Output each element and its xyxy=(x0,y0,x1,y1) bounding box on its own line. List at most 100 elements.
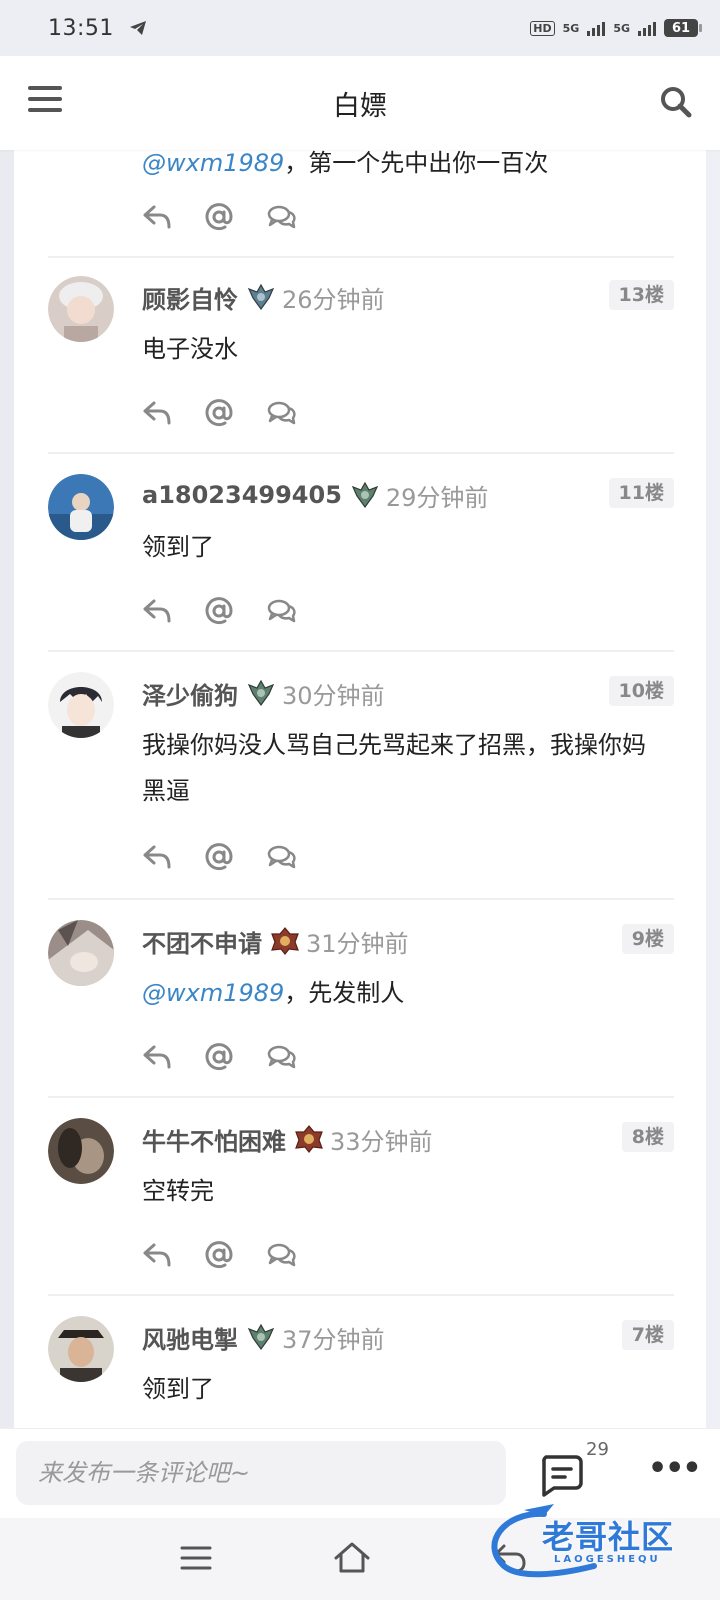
comment-item: 泽少偷狗 30分钟前 10楼 我操你妈没人骂自己先骂起来了招黑，我操你妈黑逼 xyxy=(48,672,674,882)
comment-content: 空转完 xyxy=(142,1177,214,1205)
comment-actions xyxy=(142,1042,296,1072)
comment-actions xyxy=(142,398,296,428)
network-label-2: 5G xyxy=(613,21,630,35)
time-ago: 29分钟前 xyxy=(385,483,489,512)
comment-content: 我操你妈没人骂自己先骂起来了招黑，我操你妈黑逼 xyxy=(142,731,646,805)
username[interactable]: 不团不申请 xyxy=(142,924,262,959)
watermark-text: 老哥社区 xyxy=(542,1518,675,1556)
avatar[interactable] xyxy=(48,474,114,540)
username[interactable]: 泽少偷狗 xyxy=(142,676,238,711)
comment-content: 领到了 xyxy=(142,533,214,561)
home-icon[interactable] xyxy=(332,1538,372,1578)
comment-meta: a18023499405 29分钟前 xyxy=(142,478,488,512)
divider xyxy=(48,452,674,454)
at-icon[interactable] xyxy=(204,842,234,872)
avatar[interactable] xyxy=(48,276,114,342)
floor-badge: 8楼 xyxy=(621,1122,674,1152)
silver-rank-icon xyxy=(247,1323,275,1351)
comment-input[interactable]: 来发布一条评论吧~ xyxy=(16,1441,506,1505)
comment-count: 29 xyxy=(586,1439,609,1460)
comment-text: 领到了 xyxy=(142,1366,658,1412)
floor-badge: 13楼 xyxy=(608,280,674,310)
comment-content: ，第一个先中出你一百次 xyxy=(284,150,549,177)
reply-icon[interactable] xyxy=(142,842,172,872)
comment-text: 领到了 xyxy=(142,524,658,570)
at-icon[interactable] xyxy=(204,398,234,428)
floor-badge: 11楼 xyxy=(608,478,674,508)
comment-meta: 顾影自怜 26分钟前 xyxy=(142,280,385,314)
comment-bubble-icon[interactable] xyxy=(266,1042,296,1072)
watermark-subtext: LAOGESHEQU xyxy=(554,1554,661,1565)
username[interactable]: 风驰电掣 xyxy=(142,1320,238,1355)
floor-badge: 7楼 xyxy=(621,1320,674,1350)
page-title: 白嫖 xyxy=(333,90,387,122)
divider xyxy=(48,1096,674,1098)
recent-apps-icon[interactable] xyxy=(176,1538,216,1578)
at-icon[interactable] xyxy=(204,202,234,232)
reply-icon[interactable] xyxy=(142,1042,172,1072)
comment-bubble-icon[interactable] xyxy=(266,398,296,428)
comment-bubble-icon[interactable] xyxy=(266,842,296,872)
comment-actions xyxy=(142,596,296,626)
search-icon[interactable] xyxy=(658,84,694,120)
more-icon[interactable]: ••• xyxy=(648,1454,702,1495)
reply-icon[interactable] xyxy=(142,202,172,232)
top-bar: 白嫖 xyxy=(0,56,720,150)
reply-icon[interactable] xyxy=(142,398,172,428)
comment-meta: 不团不申请 31分钟前 xyxy=(142,924,409,958)
comment-meta: 泽少偷狗 30分钟前 xyxy=(142,676,385,710)
username[interactable]: 顾影自怜 xyxy=(142,280,238,315)
comment-item: 牛牛不怕困难 33分钟前 8楼 空转完 xyxy=(48,1118,674,1278)
avatar[interactable] xyxy=(48,672,114,738)
at-icon[interactable] xyxy=(204,596,234,626)
telegram-icon xyxy=(129,21,146,35)
comment-text: @wxm1989，先发制人 xyxy=(142,970,658,1016)
time-ago: 33分钟前 xyxy=(330,1127,433,1156)
comments-icon[interactable] xyxy=(538,1453,584,1497)
gold-rank-icon xyxy=(271,927,299,955)
username[interactable]: 牛牛不怕困难 xyxy=(142,1122,286,1157)
comment-text: @wxm1989，第一个先中出你一百次 xyxy=(142,150,658,186)
battery-icon: 61 xyxy=(664,19,702,37)
comment-item: 不团不申请 31分钟前 9楼 @wxm1989，先发制人 xyxy=(48,920,674,1080)
signal-icon xyxy=(638,20,656,36)
comment-bubble-icon[interactable] xyxy=(266,596,296,626)
comment-partial: @wxm1989，第一个先中出你一百次 xyxy=(48,150,674,240)
time-ago: 37分钟前 xyxy=(282,1325,385,1354)
divider xyxy=(48,898,674,900)
comment-bubble-icon[interactable] xyxy=(266,1240,296,1270)
signal-icon xyxy=(587,20,606,36)
network-label-1: 5G xyxy=(562,21,580,35)
avatar[interactable] xyxy=(48,1118,114,1184)
comment-content: ，先发制人 xyxy=(284,979,405,1007)
silver-rank-icon xyxy=(247,283,275,311)
comment-actions xyxy=(142,1240,296,1270)
divider xyxy=(48,256,674,258)
time-ago: 31分钟前 xyxy=(306,929,409,958)
avatar[interactable] xyxy=(48,1316,114,1382)
comment-item: 风驰电掣 37分钟前 7楼 领到了 xyxy=(48,1316,674,1428)
mention-link[interactable]: @wxm1989 xyxy=(142,150,284,177)
avatar[interactable] xyxy=(48,920,114,986)
username[interactable]: a18023499405 xyxy=(142,481,342,509)
comment-text: 电子没水 xyxy=(142,326,658,372)
comment-actions xyxy=(142,842,296,872)
scrollbar[interactable] xyxy=(706,150,720,1428)
status-time: 13:51 xyxy=(48,15,114,41)
comment-list[interactable]: @wxm1989，第一个先中出你一百次 顾影自怜 26分钟前 13楼 电子没水 … xyxy=(14,150,706,1428)
menu-icon[interactable] xyxy=(28,86,62,116)
comment-content: 领到了 xyxy=(142,1375,214,1403)
time-ago: 30分钟前 xyxy=(282,681,385,710)
comment-meta: 风驰电掣 37分钟前 xyxy=(142,1320,385,1354)
comment-item: 顾影自怜 26分钟前 13楼 电子没水 xyxy=(48,276,674,436)
reply-icon[interactable] xyxy=(142,596,172,626)
at-icon[interactable] xyxy=(204,1240,234,1270)
divider xyxy=(48,1294,674,1296)
reply-icon[interactable] xyxy=(142,1240,172,1270)
divider xyxy=(48,650,674,652)
at-icon[interactable] xyxy=(204,1042,234,1072)
floor-badge: 9楼 xyxy=(621,924,674,954)
mention-link[interactable]: @wxm1989 xyxy=(142,979,284,1007)
comment-item: a18023499405 29分钟前 11楼 领到了 xyxy=(48,474,674,634)
comment-bubble-icon[interactable] xyxy=(266,202,296,232)
